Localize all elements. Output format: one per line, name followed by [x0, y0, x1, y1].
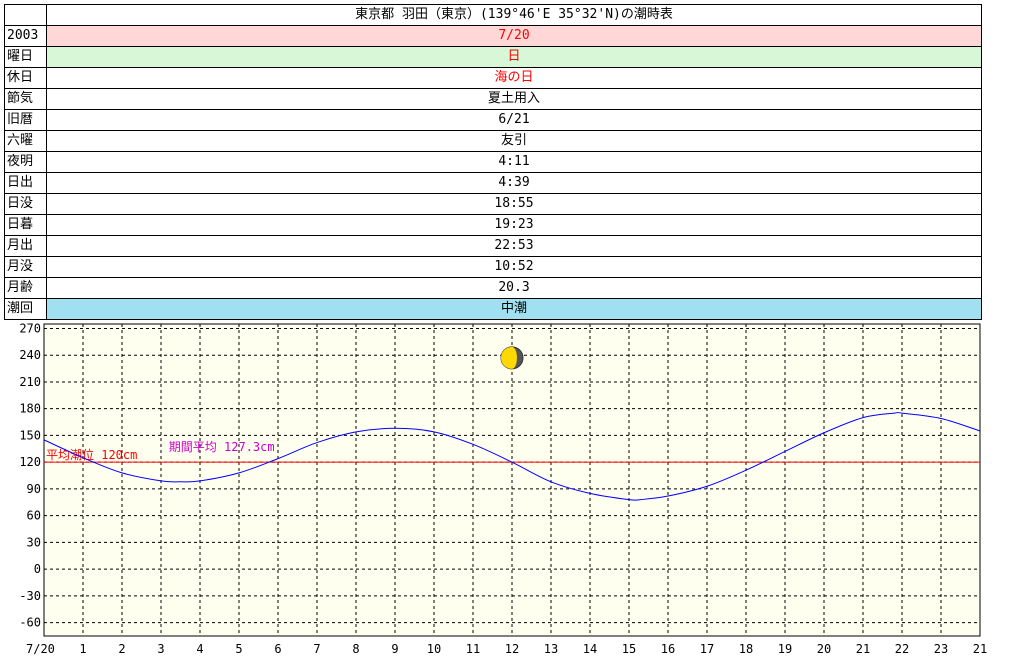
x-tick-label: 16 [661, 642, 675, 656]
y-tick-label: 270 [19, 321, 41, 335]
row-value: 10:52 [46, 256, 982, 278]
y-tick-label: 90 [27, 482, 41, 496]
table-row: 日暮 19:23 [4, 214, 982, 236]
row-label: 節気 [4, 88, 47, 110]
row-label: 月没 [4, 256, 47, 278]
y-tick-label: 120 [19, 455, 41, 469]
x-tick-label: 23 [934, 642, 948, 656]
table-row: 夜明 4:11 [4, 151, 982, 173]
y-tick-label: 30 [27, 535, 41, 549]
row-label: 日出 [4, 172, 47, 194]
row-value: 夏土用入 [46, 88, 982, 110]
row-label: 曜日 [4, 46, 47, 68]
x-tick-label: 22 [895, 642, 909, 656]
x-tick-label: 21 [973, 642, 987, 656]
x-tick-label: 4 [196, 642, 203, 656]
x-tick-label: 7 [313, 642, 320, 656]
x-tick-label: 17 [700, 642, 714, 656]
period-mean-label: 期間平均 127.3cm [169, 440, 275, 454]
x-tick-label: 12 [505, 642, 519, 656]
x-tick-label: 13 [544, 642, 558, 656]
x-tick-label: 3 [157, 642, 164, 656]
table-row: 節気 夏土用入 [4, 88, 982, 110]
table-row: 月出 22:53 [4, 235, 982, 257]
y-tick-label: 240 [19, 348, 41, 362]
tide-chart-svg: 2702402101801501209060300-30-607/20 1 2 3 4 5… [19, 321, 987, 656]
info-table-body: 東京都 羽田（東京）(139°46'E 35°32'N)の潮時表 2003 7/2… [4, 4, 982, 320]
row-label: 2003 [4, 25, 47, 47]
row-value: 6/21 [46, 109, 982, 131]
row-label: 旧暦 [4, 109, 47, 131]
row-label: 日暮 [4, 214, 47, 236]
y-tick-label: 180 [19, 402, 41, 416]
row-label: 休日 [4, 67, 47, 89]
table-row: 旧暦 6/21 [4, 109, 982, 131]
y-tick-label: -30 [19, 589, 41, 603]
title-corner-cell [4, 4, 47, 26]
table-row: 休日 海の日 [4, 67, 982, 89]
row-value: 22:53 [46, 235, 982, 257]
x-tick-label: 21 [856, 642, 870, 656]
x-tick-label: 11 [466, 642, 480, 656]
row-label: 月出 [4, 235, 47, 257]
row-value: 18:55 [46, 193, 982, 215]
x-tick-label: 10 [427, 642, 441, 656]
table-row: 月没 10:52 [4, 256, 982, 278]
row-value: 7/20 [46, 25, 982, 47]
x-tick-label: 5 [235, 642, 242, 656]
x-tick-label: 15 [622, 642, 636, 656]
x-tick-label: 9 [391, 642, 398, 656]
table-row: 2003 7/20 [4, 25, 982, 47]
table-title-row: 東京都 羽田（東京）(139°46'E 35°32'N)の潮時表 [4, 4, 982, 26]
row-value: 19:23 [46, 214, 982, 236]
row-value: 20.3 [46, 277, 982, 299]
y-tick-label: 150 [19, 428, 41, 442]
row-value: 中潮 [46, 298, 982, 320]
row-label: 日没 [4, 193, 47, 215]
table-row: 潮回 中潮 [4, 298, 982, 320]
row-label: 六曜 [4, 130, 47, 152]
x-tick-label: 1 [79, 642, 86, 656]
table-row: 日没 18:55 [4, 193, 982, 215]
row-label: 月齢 [4, 277, 47, 299]
x-tick-label: 7/20 [26, 642, 55, 656]
table-row: 六曜 友引 [4, 130, 982, 152]
table-row: 月齢 20.3 [4, 277, 982, 299]
x-tick-label: 14 [583, 642, 597, 656]
row-value: 日 [46, 46, 982, 68]
y-tick-label: 0 [34, 562, 41, 576]
x-tick-label: 6 [274, 642, 281, 656]
table-row: 曜日日 [4, 46, 982, 68]
y-tick-label: -60 [19, 616, 41, 630]
y-tick-label: 60 [27, 509, 41, 523]
row-value: 友引 [46, 130, 982, 152]
row-value: 4:39 [46, 172, 982, 194]
tide-info-table: 東京都 羽田（東京）(139°46'E 35°32'N)の潮時表 2003 7/2… [4, 4, 982, 320]
x-tick-label: 2 [118, 642, 125, 656]
table-title: 東京都 羽田（東京）(139°46'E 35°32'N)の潮時表 [46, 4, 982, 26]
row-value: 海の日 [46, 67, 982, 89]
row-label: 夜明 [4, 151, 47, 173]
x-tick-label: 8 [352, 642, 359, 656]
y-tick-label: 210 [19, 375, 41, 389]
x-tick-label: 18 [739, 642, 753, 656]
tide-chart: 270 240 210 180 150 120 90 60 30 0 -30 -60 7/20 1 2 3 4 5… [0, 320, 1024, 664]
row-label: 潮回 [4, 298, 47, 320]
x-tick-label: 20 [817, 642, 831, 656]
x-tick-label: 19 [778, 642, 792, 656]
table-row: 日出 4:39 [4, 172, 982, 194]
row-value: 4:11 [46, 151, 982, 173]
mean-level-label: 平均潮位 120cm [46, 447, 137, 462]
